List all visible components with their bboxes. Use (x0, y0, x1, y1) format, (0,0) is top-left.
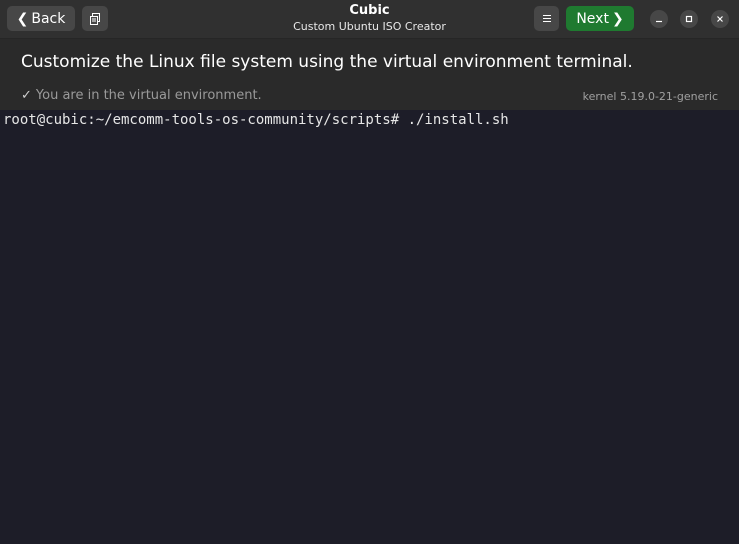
status-line: ✓ You are in the virtual environment. (21, 88, 262, 103)
copy-icon (89, 12, 100, 25)
status-text: You are in the virtual environment. (35, 88, 262, 103)
minimize-button[interactable] (650, 10, 668, 28)
terminal-line: root@cubic:~/emcomm-tools-os-community/s… (3, 112, 509, 128)
kernel-version: kernel 5.19.0-21-generic (582, 90, 718, 103)
page-header: Customize the Linux file system using th… (0, 39, 739, 110)
menu-button[interactable] (534, 6, 559, 31)
maximize-icon (685, 15, 693, 23)
next-button[interactable]: Next ❯ (566, 6, 634, 31)
menu-icon (542, 15, 551, 22)
check-icon: ✓ (21, 88, 32, 103)
close-icon (717, 16, 723, 22)
chevron-left-icon: ❮ (16, 10, 29, 27)
titlebar: ❮ Back Cubic Custom Ubuntu ISO Creator N… (0, 0, 739, 39)
back-button[interactable]: ❮ Back (7, 6, 75, 31)
next-button-label: Next (576, 10, 609, 27)
minimize-icon (656, 20, 662, 23)
page-title: Customize the Linux file system using th… (21, 52, 633, 72)
cubic-window: ❮ Back Cubic Custom Ubuntu ISO Creator N… (0, 0, 739, 544)
copy-button[interactable] (82, 6, 108, 31)
chevron-right-icon: ❯ (611, 10, 624, 27)
maximize-button[interactable] (680, 10, 698, 28)
back-button-label: Back (31, 10, 66, 27)
close-button[interactable] (711, 10, 729, 28)
virtual-environment-terminal[interactable]: root@cubic:~/emcomm-tools-os-community/s… (0, 110, 739, 544)
